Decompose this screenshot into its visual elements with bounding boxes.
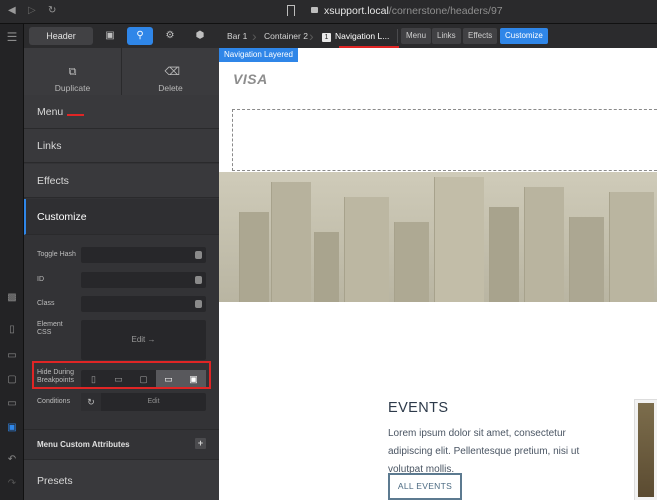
desktop-preview-icon[interactable]: ▣ bbox=[5, 422, 19, 434]
events-text: Lorem ipsum dolor sit amet, consectetur … bbox=[388, 428, 580, 475]
address-bar[interactable]: xsupport.local/cornerstone/headers/97 bbox=[324, 5, 503, 17]
tablet-landscape-preview-icon[interactable]: ▭ bbox=[5, 350, 19, 362]
hamburger-menu-icon[interactable]: ☰ bbox=[5, 30, 19, 44]
app-root: ◀ ▷ ↻ xsupport.local/cornerstone/headers… bbox=[0, 0, 657, 500]
tab-customize[interactable]: Customize bbox=[500, 28, 548, 44]
building bbox=[344, 197, 389, 302]
event-photo bbox=[635, 400, 657, 500]
tab-menu[interactable]: Menu bbox=[401, 28, 432, 44]
section-effects[interactable]: Effects bbox=[24, 164, 219, 198]
building bbox=[314, 232, 339, 302]
back-icon[interactable]: ◀ bbox=[8, 5, 16, 16]
section-links[interactable]: Links bbox=[24, 129, 219, 163]
forward-icon[interactable]: ▷ bbox=[28, 5, 36, 16]
inspector-panel: Header ▣ ⚲ ⚙ ⬢ ⧉ Duplicate ⌫ Delete Menu… bbox=[24, 24, 219, 500]
database-icon[interactable] bbox=[195, 251, 202, 259]
chevron-right-icon: › bbox=[252, 28, 257, 44]
menu-custom-attributes[interactable]: Menu Custom Attributes + bbox=[24, 429, 219, 459]
section-presets[interactable]: Presets bbox=[24, 459, 219, 500]
breadcrumb-item[interactable]: Bar 1 bbox=[227, 24, 247, 48]
cube-icon[interactable]: ⬢ bbox=[187, 27, 213, 45]
breadcrumb-item[interactable]: Container 2 bbox=[264, 24, 308, 48]
hero-image bbox=[219, 172, 657, 302]
delete-label: Delete bbox=[158, 83, 183, 93]
tablet-preview-icon[interactable]: ▢ bbox=[5, 374, 19, 386]
layer-number-badge: 1 bbox=[322, 33, 331, 42]
panel-toolbar: Header ▣ ⚲ ⚙ ⬢ bbox=[24, 24, 219, 48]
building bbox=[434, 177, 484, 302]
bookmark-icon[interactable] bbox=[287, 5, 295, 16]
breadcrumb: Bar 1 › Container 2 › 1 Navigation L... M… bbox=[219, 24, 657, 48]
building bbox=[569, 217, 604, 302]
breadcrumb-current-label: Navigation L... bbox=[335, 31, 390, 41]
gear-icon[interactable]: ⚙ bbox=[157, 27, 183, 45]
reload-icon[interactable]: ↻ bbox=[48, 5, 56, 16]
chevron-right-icon: › bbox=[309, 28, 314, 44]
navigation-layered-outline[interactable] bbox=[232, 109, 657, 171]
element-css-edit-button[interactable]: Edit → bbox=[81, 320, 206, 360]
url-path: /cornerstone/headers/97 bbox=[388, 5, 503, 17]
toggle-hash-field[interactable] bbox=[81, 247, 206, 263]
left-rail: ☰ ▩ ▯ ▭ ▢ ▭ ▣ ↶ ↷ bbox=[0, 24, 24, 500]
trash-icon: ⌫ bbox=[164, 66, 181, 78]
menu-custom-attributes-label: Menu Custom Attributes bbox=[37, 440, 130, 449]
layout-icon[interactable]: ▣ bbox=[97, 27, 123, 45]
site-logo[interactable]: VISA bbox=[233, 71, 268, 87]
browser-toolbar: ◀ ▷ ↻ xsupport.local/cornerstone/headers… bbox=[0, 0, 657, 24]
section-menu[interactable]: Menu bbox=[24, 95, 219, 129]
section-customize[interactable]: Customize bbox=[24, 199, 219, 235]
annotation-highlight-box bbox=[32, 361, 211, 389]
building bbox=[394, 222, 429, 302]
url-host: xsupport.local bbox=[324, 5, 389, 17]
search-icon[interactable]: ⚲ bbox=[127, 27, 153, 45]
duplicate-icon: ⧉ bbox=[68, 66, 77, 78]
conditions-edit-button[interactable]: Edit bbox=[101, 393, 206, 411]
header-selector[interactable]: Header bbox=[29, 27, 93, 45]
page-preview: Navigation Layered VISA EVENTS Lorem ips… bbox=[219, 48, 657, 500]
redo-icon[interactable]: ↷ bbox=[5, 478, 19, 490]
id-label: ID bbox=[37, 276, 44, 283]
events-title: EVENTS bbox=[388, 400, 449, 416]
selected-element-badge[interactable]: Navigation Layered bbox=[219, 48, 298, 62]
building bbox=[489, 207, 519, 302]
building bbox=[609, 192, 654, 302]
element-css-label: Element CSS bbox=[37, 321, 63, 336]
laptop-preview-icon[interactable]: ▭ bbox=[5, 398, 19, 410]
layers-settings-icon[interactable]: ▩ bbox=[5, 292, 19, 304]
undo-icon[interactable]: ↶ bbox=[5, 454, 19, 466]
conditions-refresh-icon[interactable]: ↻ bbox=[81, 393, 101, 411]
all-events-button[interactable]: ALL EVENTS bbox=[388, 473, 462, 500]
class-field[interactable] bbox=[81, 296, 206, 312]
breadcrumb-item-current[interactable]: 1 Navigation L... bbox=[322, 24, 389, 48]
annotation-arrow-menu bbox=[67, 114, 84, 116]
tab-links[interactable]: Links bbox=[432, 28, 461, 44]
id-field[interactable] bbox=[81, 272, 206, 288]
database-icon[interactable] bbox=[195, 300, 202, 308]
class-label: Class bbox=[37, 300, 55, 307]
plus-icon[interactable]: + bbox=[195, 438, 206, 449]
toggle-hash-label: Toggle Hash bbox=[37, 251, 76, 258]
phone-preview-icon[interactable]: ▯ bbox=[5, 324, 19, 336]
conditions-field: ↻ Edit bbox=[81, 393, 206, 411]
divider bbox=[397, 29, 398, 43]
tab-effects[interactable]: Effects bbox=[463, 28, 498, 44]
lock-icon bbox=[311, 7, 318, 13]
building bbox=[271, 182, 311, 302]
database-icon[interactable] bbox=[195, 276, 202, 284]
conditions-label: Conditions bbox=[37, 398, 71, 405]
duplicate-label: Duplicate bbox=[54, 83, 91, 93]
building bbox=[524, 187, 564, 302]
building bbox=[239, 212, 269, 302]
